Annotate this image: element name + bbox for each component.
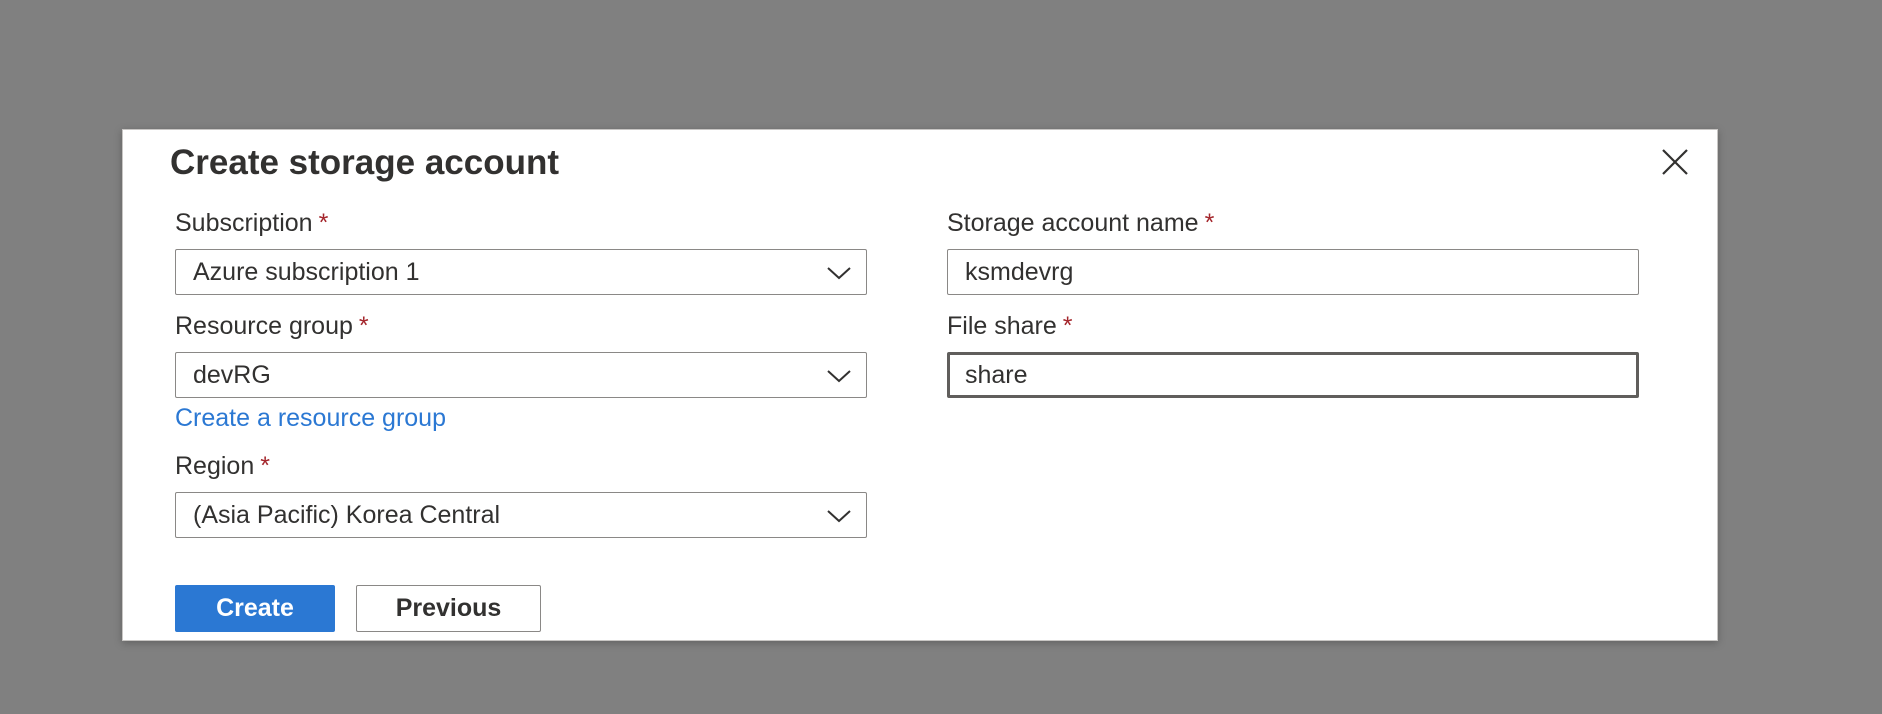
required-marker: * bbox=[358, 312, 369, 340]
region-value: (Asia Pacific) Korea Central bbox=[193, 500, 501, 529]
resource-group-value: devRG bbox=[193, 360, 271, 389]
required-marker: * bbox=[1204, 209, 1215, 237]
chevron-down-icon bbox=[827, 370, 851, 383]
dialog-title: Create storage account bbox=[170, 143, 560, 182]
storage-account-name-input[interactable]: ksmdevrg bbox=[947, 249, 1639, 295]
resource-group-dropdown[interactable]: devRG bbox=[175, 352, 867, 398]
region-label-text: Region bbox=[175, 452, 255, 480]
previous-button[interactable]: Previous bbox=[356, 585, 541, 632]
required-marker: * bbox=[260, 452, 270, 480]
chevron-down-icon bbox=[827, 267, 851, 280]
chevron-down-icon bbox=[827, 510, 851, 523]
file-share-input[interactable]: share bbox=[947, 352, 1639, 398]
subscription-value: Azure subscription 1 bbox=[193, 257, 420, 286]
subscription-label: Subscription * bbox=[175, 208, 328, 238]
file-share-label: File share * bbox=[947, 311, 1073, 341]
resource-group-label-text: Resource group bbox=[175, 312, 353, 340]
storage-account-name-label: Storage account name * bbox=[947, 208, 1214, 238]
region-dropdown[interactable]: (Asia Pacific) Korea Central bbox=[175, 492, 867, 538]
create-button[interactable]: Create bbox=[175, 585, 335, 632]
required-marker: * bbox=[318, 209, 329, 237]
storage-account-name-value: ksmdevrg bbox=[965, 257, 1074, 286]
close-icon bbox=[1662, 149, 1688, 175]
file-share-label-text: File share bbox=[947, 312, 1057, 340]
create-storage-account-dialog: Create storage account Subscription * Azu… bbox=[122, 129, 1718, 641]
close-button[interactable] bbox=[1655, 142, 1695, 182]
storage-account-name-label-text: Storage account name bbox=[947, 209, 1199, 237]
subscription-dropdown[interactable]: Azure subscription 1 bbox=[175, 249, 867, 295]
resource-group-label: Resource group * bbox=[175, 311, 369, 341]
region-label: Region * bbox=[175, 451, 270, 481]
required-marker: * bbox=[1062, 312, 1073, 340]
file-share-value: share bbox=[965, 360, 1028, 389]
subscription-label-text: Subscription bbox=[175, 209, 313, 237]
create-resource-group-link[interactable]: Create a resource group bbox=[175, 403, 446, 433]
